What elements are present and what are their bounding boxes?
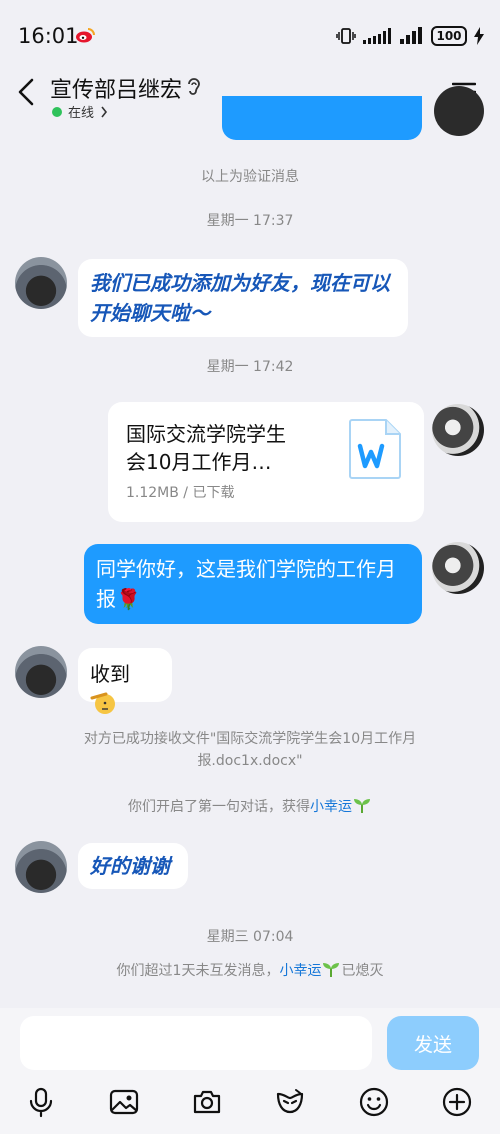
message-text: 收到 (90, 662, 130, 686)
avatar[interactable] (434, 86, 484, 136)
message-text: 好的谢谢 (90, 854, 170, 878)
battery-icon: 100 (431, 26, 467, 46)
file-name: 国际交流学院学生 会10月工作月… (126, 422, 286, 474)
lucky-link[interactable]: 小幸运 (310, 799, 352, 815)
status-icons: 100 (336, 25, 484, 47)
lucky-link[interactable]: 小幸运 (279, 963, 321, 979)
avatar[interactable] (432, 542, 484, 594)
charging-icon (474, 27, 484, 45)
send-button[interactable]: 发送 (387, 1016, 479, 1070)
message-bubble[interactable]: 收到 (78, 648, 172, 714)
hongbao-icon[interactable] (274, 1086, 306, 1118)
sprout-icon (323, 963, 340, 977)
online-dot (52, 106, 62, 117)
word-file-icon (349, 419, 401, 479)
image-icon[interactable] (108, 1086, 140, 1118)
message-bubble[interactable]: 我们已成功添加为好友，现在可以开始聊天啦～ (78, 259, 408, 337)
file-message[interactable]: 国际交流学院学生 会10月工作月… 1.12MB / 已下载 (108, 402, 424, 522)
signal-icon (363, 28, 391, 44)
expired-notice: 你们超过1天未互发消息，小幸运 已熄灭 (0, 960, 500, 982)
status-bar: 16:01 100 (0, 0, 500, 70)
message-text: 同学你好，这是我们学院的工作月报🌹 (96, 557, 396, 611)
chevron-right-icon (101, 106, 108, 117)
vibrate-icon (336, 28, 356, 44)
timestamp: 星期一 17:42 (206, 359, 294, 375)
contact-name[interactable]: 宣传部吕继宏 (50, 72, 182, 104)
first-chat-notice: 你们开启了第一句对话，获得小幸运 (0, 796, 500, 818)
avatar[interactable] (432, 404, 484, 456)
verify-notice: 以上为验证消息 (201, 169, 299, 185)
status-time: 16:01 (18, 24, 79, 48)
file-meta: 1.12MB / 已下载 (126, 485, 235, 501)
message-bubble-partial[interactable] (222, 96, 422, 140)
message-bubble[interactable]: 同学你好，这是我们学院的工作月报🌹 (84, 544, 422, 624)
input-area: 发送 (0, 1008, 500, 1134)
back-arrow-icon[interactable] (14, 76, 40, 108)
weibo-icon (76, 28, 95, 43)
avatar[interactable] (15, 646, 67, 698)
plus-icon[interactable] (441, 1086, 473, 1118)
avatar[interactable] (15, 841, 67, 893)
message-bubble[interactable]: 好的谢谢 (78, 843, 188, 889)
ear-icon[interactable] (184, 76, 204, 98)
timestamp: 星期一 17:37 (206, 213, 294, 229)
timestamp: 星期三 07:04 (206, 929, 294, 945)
avatar[interactable] (15, 257, 67, 309)
sprout-icon (354, 799, 370, 813)
message-text: 我们已成功添加为好友，现在可以开始聊天啦～ (90, 271, 390, 325)
emoji-icon[interactable] (358, 1086, 390, 1118)
salute-emoji-icon (90, 692, 115, 714)
online-status[interactable]: 在线 (52, 102, 108, 121)
online-label: 在线 (68, 106, 95, 121)
camera-icon[interactable] (191, 1086, 223, 1118)
signal-icon-2 (400, 27, 422, 44)
message-input[interactable] (20, 1016, 372, 1070)
microphone-icon[interactable] (25, 1086, 57, 1118)
file-received-notice: 对方已成功接收文件"国际交流学院学生会10月工作月 报.doc1x.docx" (83, 731, 417, 769)
